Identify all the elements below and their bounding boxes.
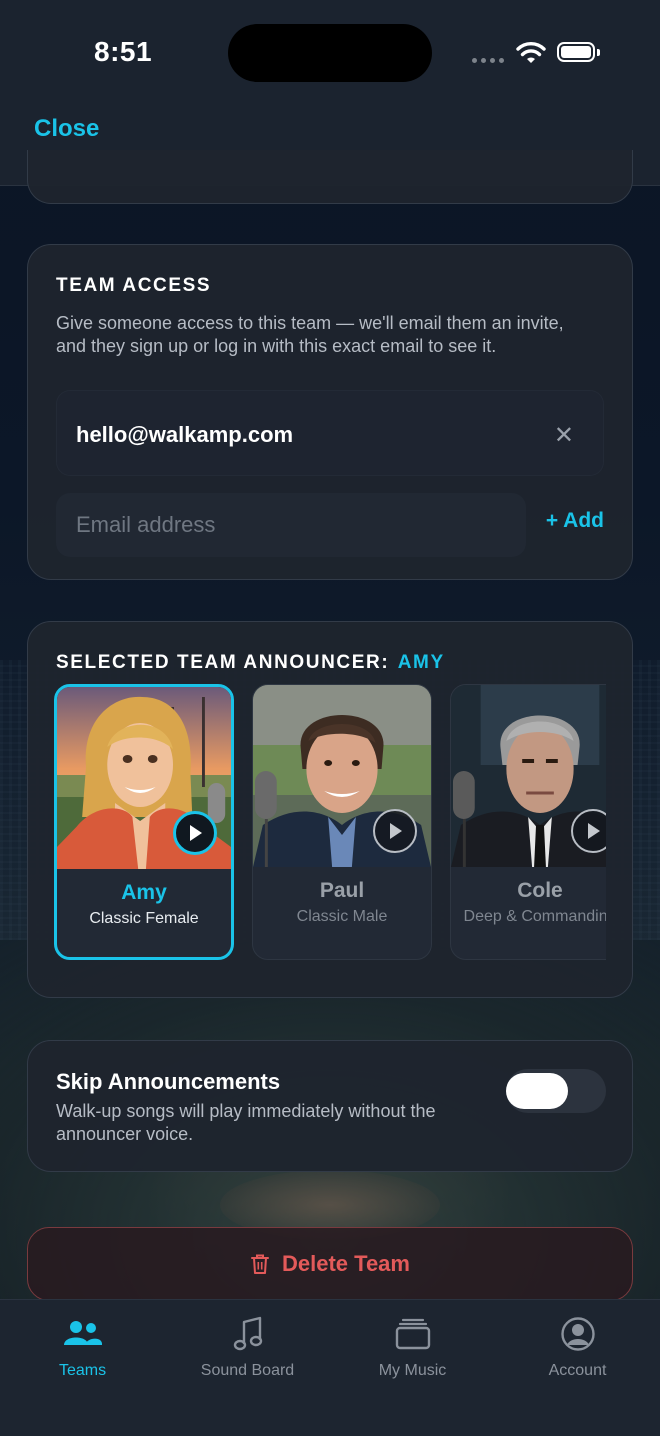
previous-card-edge — [27, 150, 633, 204]
selected-announcer-name: AMY — [397, 652, 445, 673]
announcer-name: Paul — [319, 879, 365, 902]
invited-email-row: hello@walkamp.com ✕ — [56, 390, 604, 476]
stack-icon — [395, 1318, 430, 1350]
tab-label: Teams — [58, 1362, 107, 1379]
announcer-description: Classic Male — [296, 908, 388, 925]
team-access-title: TEAM ACCESS — [56, 275, 212, 296]
announcer-name: Cole — [517, 879, 563, 902]
toggle-knob — [506, 1073, 568, 1109]
team-access-description: Give someone access to this team — we'll… — [56, 313, 564, 356]
music-note-icon — [233, 1316, 262, 1351]
remove-email-close-icon[interactable]: ✕ — [554, 421, 574, 450]
announcer-description: Deep & Commanding — [463, 908, 606, 925]
announcer-title: SELECTED TEAM ANNOUNCER: — [56, 652, 390, 673]
team-access-card: TEAM ACCESS Give someone access to this … — [27, 244, 633, 580]
battery-icon — [557, 42, 595, 62]
wifi-icon — [516, 42, 546, 63]
invited-email: hello@walkamp.com — [76, 422, 294, 447]
announcer-carousel[interactable]: Amy Classic Female Paul Classic Male Col… — [54, 684, 606, 962]
paul-play-icon[interactable] — [373, 809, 417, 853]
announcer-title-row: SELECTED TEAM ANNOUNCER: AMY — [56, 652, 445, 674]
skip-announcements-title: Skip Announcements — [56, 1069, 281, 1094]
skip-announcements-description: Walk-up songs will play immediately with… — [56, 1101, 436, 1144]
cellular-signal-icon — [472, 58, 504, 63]
email-input[interactable] — [56, 493, 526, 557]
tab-label: Sound Board — [200, 1362, 295, 1379]
announcer-description: Classic Female — [89, 910, 199, 927]
email-input-container — [56, 493, 526, 557]
delete-team-label: Delete Team — [282, 1251, 410, 1276]
tab-teams[interactable]: Teams — [0, 1314, 165, 1380]
tab-my-music[interactable]: My Music — [330, 1314, 495, 1380]
people-icon — [63, 1321, 102, 1345]
delete-team-button[interactable]: Delete Team — [27, 1227, 633, 1301]
announcer-option-amy[interactable]: Amy Classic Female — [54, 684, 234, 960]
add-email-button[interactable]: + Add — [546, 509, 604, 533]
skip-announcements-toggle[interactable] — [506, 1069, 606, 1113]
tab-label: Account — [548, 1362, 607, 1379]
tab-bar: Teams Sound Board My Music Account — [0, 1299, 660, 1436]
close-button[interactable]: Close — [34, 115, 99, 143]
announcer-card: SELECTED TEAM ANNOUNCER: AMY Amy Classic… — [27, 621, 633, 998]
trash-icon — [251, 1254, 269, 1274]
announcer-name: Amy — [121, 881, 167, 904]
announcer-option-cole[interactable]: Cole Deep & Commanding — [450, 684, 606, 960]
tab-label: My Music — [378, 1362, 447, 1379]
status-time: 8:51 — [94, 36, 153, 67]
battery-tip — [597, 49, 600, 56]
tab-sound-board[interactable]: Sound Board — [165, 1314, 330, 1380]
amy-play-icon[interactable] — [173, 811, 217, 855]
dynamic-island — [228, 24, 432, 82]
announcer-option-paul[interactable]: Paul Classic Male — [252, 684, 432, 960]
tab-account[interactable]: Account — [495, 1314, 660, 1380]
account-icon — [560, 1317, 595, 1351]
skip-announcements-card: Skip Announcements Walk-up songs will pl… — [27, 1040, 633, 1172]
